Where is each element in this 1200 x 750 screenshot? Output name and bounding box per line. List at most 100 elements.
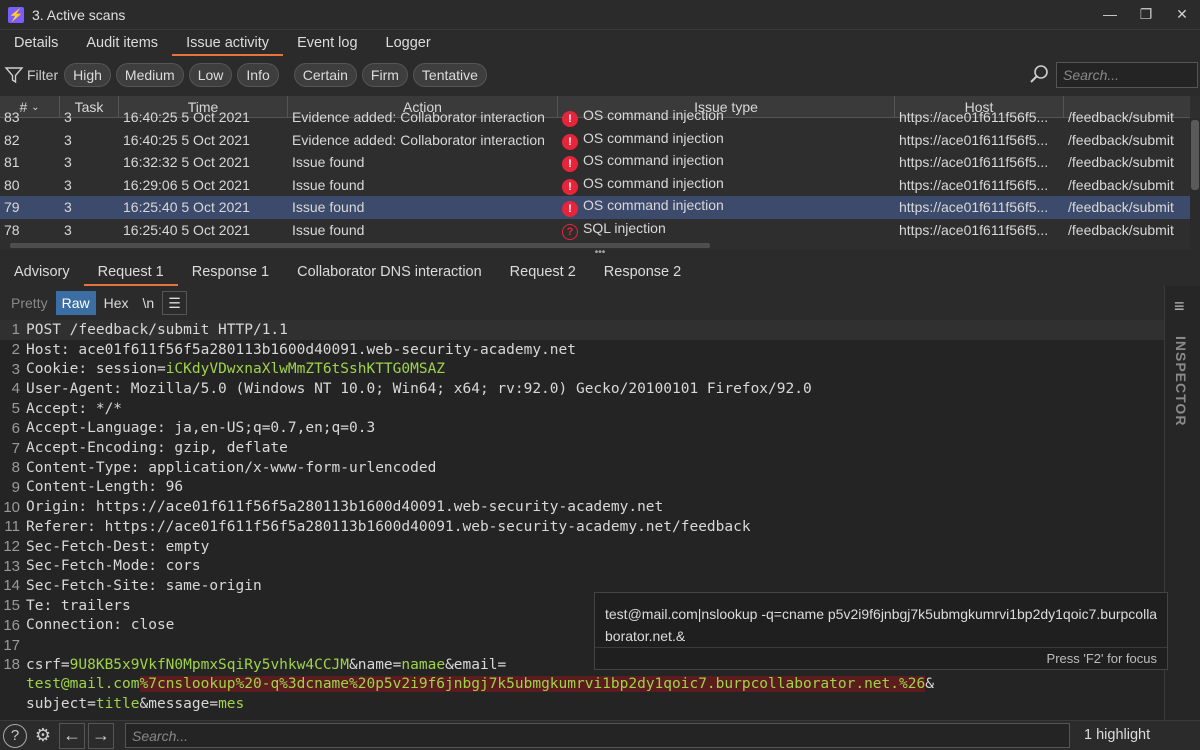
- detail-tabs: Advisory Request 1 Response 1 Collaborat…: [0, 258, 1200, 286]
- table-row[interactable]: 83 3 16:40:25 5 Oct 2021 Evidence added: Co…: [0, 106, 1190, 129]
- cell-time: 16:25:40 5 Oct 2021: [123, 199, 250, 216]
- line-text: User-Agent: Mozilla/5.0 (Windows NT 10.0…: [24, 381, 812, 397]
- tooltip-hint: Press 'F2' for focus: [595, 647, 1167, 671]
- line-number: 3: [11, 360, 20, 378]
- line-text: Te: trailers: [24, 598, 131, 614]
- code-token: &: [925, 676, 934, 693]
- tab-event-log[interactable]: Event log: [283, 30, 371, 56]
- tab-request-1[interactable]: Request 1: [83, 258, 178, 286]
- restore-icon[interactable]: ❐: [1128, 0, 1164, 28]
- minimize-icon[interactable]: —: [1092, 0, 1128, 28]
- filter-tentative[interactable]: Tentative: [412, 63, 487, 87]
- editor-search-input[interactable]: Search...: [125, 723, 1070, 748]
- table-row[interactable]: 82 3 16:40:25 5 Oct 2021 Evidence added: Co…: [0, 129, 1190, 152]
- line-text: Referer: https://ace01f611f56f5a280113b1…: [24, 519, 751, 535]
- code-line: 13 Sec-Fetch-Mode: cors: [0, 556, 1164, 576]
- cell-num: 83: [4, 109, 20, 126]
- main-tabs: Details Audit items Issue activity Event…: [0, 30, 1200, 56]
- code-token: Cookie: session=: [26, 361, 166, 378]
- line-number: 5: [11, 400, 20, 418]
- issue-search-input[interactable]: Search...: [1056, 62, 1198, 88]
- table-row[interactable]: 80 3 16:29:06 5 Oct 2021 Issue found! OS com…: [0, 174, 1190, 197]
- filter-label[interactable]: Filter: [27, 67, 58, 83]
- pane-splitter[interactable]: •••: [0, 248, 1200, 258]
- tab-details[interactable]: Details: [0, 30, 72, 56]
- cell-time: 16:29:06 5 Oct 2021: [123, 176, 250, 193]
- cell-host: https://ace01f611f56f5...: [899, 176, 1049, 193]
- cell-time: 16:40:25 5 Oct 2021: [123, 109, 250, 126]
- burp-app-icon: ⚡: [8, 6, 24, 23]
- high-severity-icon: !: [562, 111, 578, 128]
- table-row[interactable]: 78 3 16:25:40 5 Oct 2021 Issue found? SQL in…: [0, 219, 1190, 242]
- cell-action: Issue found: [292, 199, 365, 216]
- table-scroll-thumb[interactable]: [1191, 120, 1199, 190]
- forward-arrow-icon[interactable]: →: [88, 722, 114, 749]
- tab-request-2[interactable]: Request 2: [496, 258, 590, 286]
- line-number: 18: [3, 656, 20, 674]
- tab-response-2[interactable]: Response 2: [590, 258, 695, 286]
- cell-issue: ! OS command injection: [558, 175, 895, 195]
- filter-medium[interactable]: Medium: [115, 63, 184, 87]
- cell-issue: ! OS command injection: [558, 152, 895, 173]
- highlighted-payload: %7cnslookup%20-q%3dcname%20p5v2i9f6jnbgj…: [139, 676, 926, 693]
- cell-action: Issue found: [292, 154, 365, 171]
- close-icon[interactable]: ✕: [1164, 0, 1200, 28]
- line-text: test@mail.com%7cnslookup%20-q%3dcname%20…: [24, 676, 934, 693]
- filter-high[interactable]: High: [64, 63, 111, 87]
- code-token: title: [95, 696, 140, 713]
- help-icon[interactable]: ?: [3, 723, 27, 748]
- inspector-label[interactable]: INSPECTOR: [1173, 336, 1189, 426]
- tab-response-1[interactable]: Response 1: [178, 258, 283, 286]
- line-number: 7: [11, 439, 20, 457]
- newline-toggle-button[interactable]: \n: [137, 291, 161, 315]
- code-line: 5 Accept: */*: [0, 399, 1164, 419]
- issue-type-text: OS command injection: [583, 129, 724, 146]
- settings-icon[interactable]: ⚙: [30, 723, 56, 749]
- cell-time: 16:40:25 5 Oct 2021: [123, 131, 250, 148]
- table-hscroll-thumb[interactable]: [10, 243, 710, 248]
- cell-path: /feedback/submit: [1068, 154, 1174, 171]
- cell-task: 3: [64, 109, 72, 126]
- cell-host: https://ace01f611f56f5...: [899, 131, 1049, 148]
- cell-task: 3: [64, 131, 72, 148]
- high-severity-icon: !: [562, 156, 578, 173]
- filter-firm[interactable]: Firm: [361, 63, 408, 87]
- line-text: Sec-Fetch-Dest: empty: [24, 539, 209, 555]
- tab-issue-activity[interactable]: Issue activity: [172, 30, 284, 56]
- code-token: &name=: [349, 656, 402, 673]
- code-token: iCKdyVDwxnaXlwMmZT6tSshKTTG0MSAZ: [165, 361, 446, 378]
- code-token: subject=: [26, 696, 96, 713]
- inspector-panel: ≡ INSPECTOR: [1164, 286, 1200, 720]
- menu-icon[interactable]: ☰: [162, 291, 187, 315]
- pretty-button[interactable]: Pretty: [5, 291, 54, 315]
- filter-low[interactable]: Low: [188, 63, 233, 87]
- tab-collaborator-dns[interactable]: Collaborator DNS interaction: [283, 258, 496, 286]
- line-text: Cookie: session=iCKdyVDwxnaXlwMmZT6tSshK…: [24, 361, 445, 377]
- code-line: 10 Origin: https://ace01f611f56f5a280113b…: [0, 497, 1164, 517]
- line-number: 4: [11, 380, 20, 398]
- table-row[interactable]: 79 3 16:25:40 5 Oct 2021 Issue found! OS com…: [0, 196, 1190, 219]
- code-token: Content-Length: 96: [26, 479, 184, 496]
- issue-type-text: OS command injection: [583, 152, 724, 169]
- inspector-menu-icon[interactable]: ≡: [1174, 296, 1185, 317]
- hex-button[interactable]: Hex: [98, 291, 135, 315]
- cell-path: /feedback/submit: [1068, 221, 1174, 238]
- table-row[interactable]: 81 3 16:32:32 5 Oct 2021 Issue found! OS com…: [0, 151, 1190, 174]
- tab-advisory[interactable]: Advisory: [0, 258, 84, 286]
- high-severity-icon: !: [562, 133, 578, 150]
- code-token: Host: ace01f611f56f5a280113b1600d40091.w…: [26, 341, 576, 358]
- back-arrow-icon[interactable]: ←: [59, 722, 85, 749]
- line-text: Content-Type: application/x-www-form-url…: [24, 460, 436, 476]
- raw-button[interactable]: Raw: [55, 291, 96, 315]
- cell-num: 82: [4, 131, 20, 148]
- cell-task: 3: [64, 199, 72, 216]
- highlight-count: 1 highlight: [1084, 727, 1151, 743]
- tab-logger[interactable]: Logger: [372, 30, 445, 56]
- issue-type-text: OS command injection: [583, 197, 724, 214]
- filter-info[interactable]: Info: [237, 63, 279, 87]
- cell-issue: ! OS command injection: [558, 107, 895, 128]
- filter-icon[interactable]: [4, 65, 24, 85]
- cell-action: Evidence added: Collaborator interaction: [292, 109, 545, 126]
- filter-certain[interactable]: Certain: [293, 63, 357, 87]
- tab-audit-items[interactable]: Audit items: [72, 30, 172, 56]
